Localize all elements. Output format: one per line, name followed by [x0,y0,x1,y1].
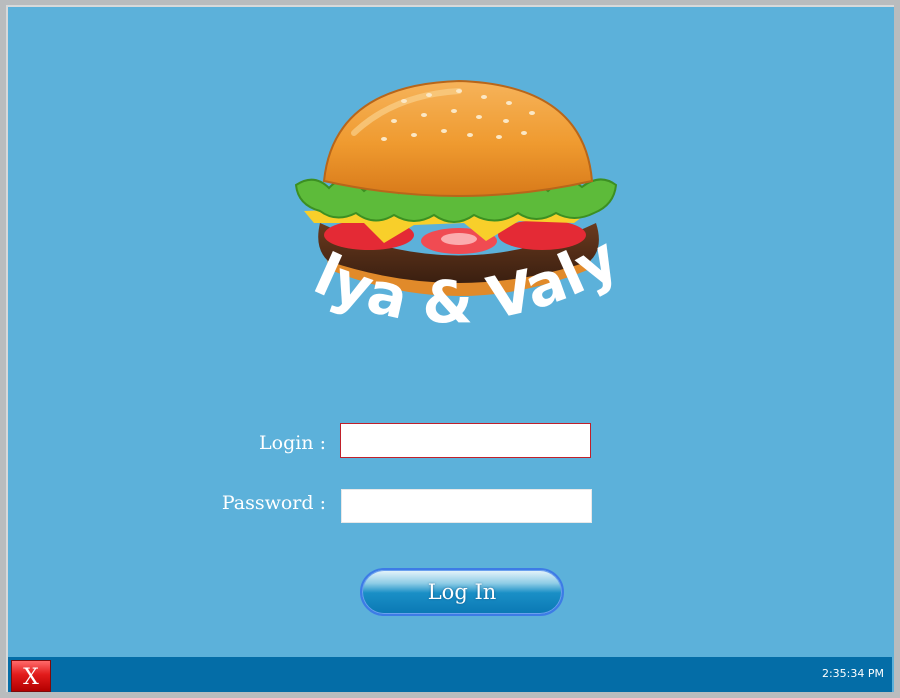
close-icon: X [23,665,39,690]
close-button[interactable]: X [11,660,51,692]
password-input[interactable] [341,489,592,523]
status-bar: X 2:35:34 PM [8,657,892,692]
login-button[interactable]: Log In [360,568,564,616]
brand-logo: Olya & Valya [274,73,629,336]
app-window: Olya & Valya Login : Password : Log In X… [0,0,900,698]
login-input[interactable] [340,423,591,458]
password-label: Password : [221,492,326,514]
login-label: Login : [259,432,326,454]
clock-display: 2:35:34 PM [821,667,884,680]
